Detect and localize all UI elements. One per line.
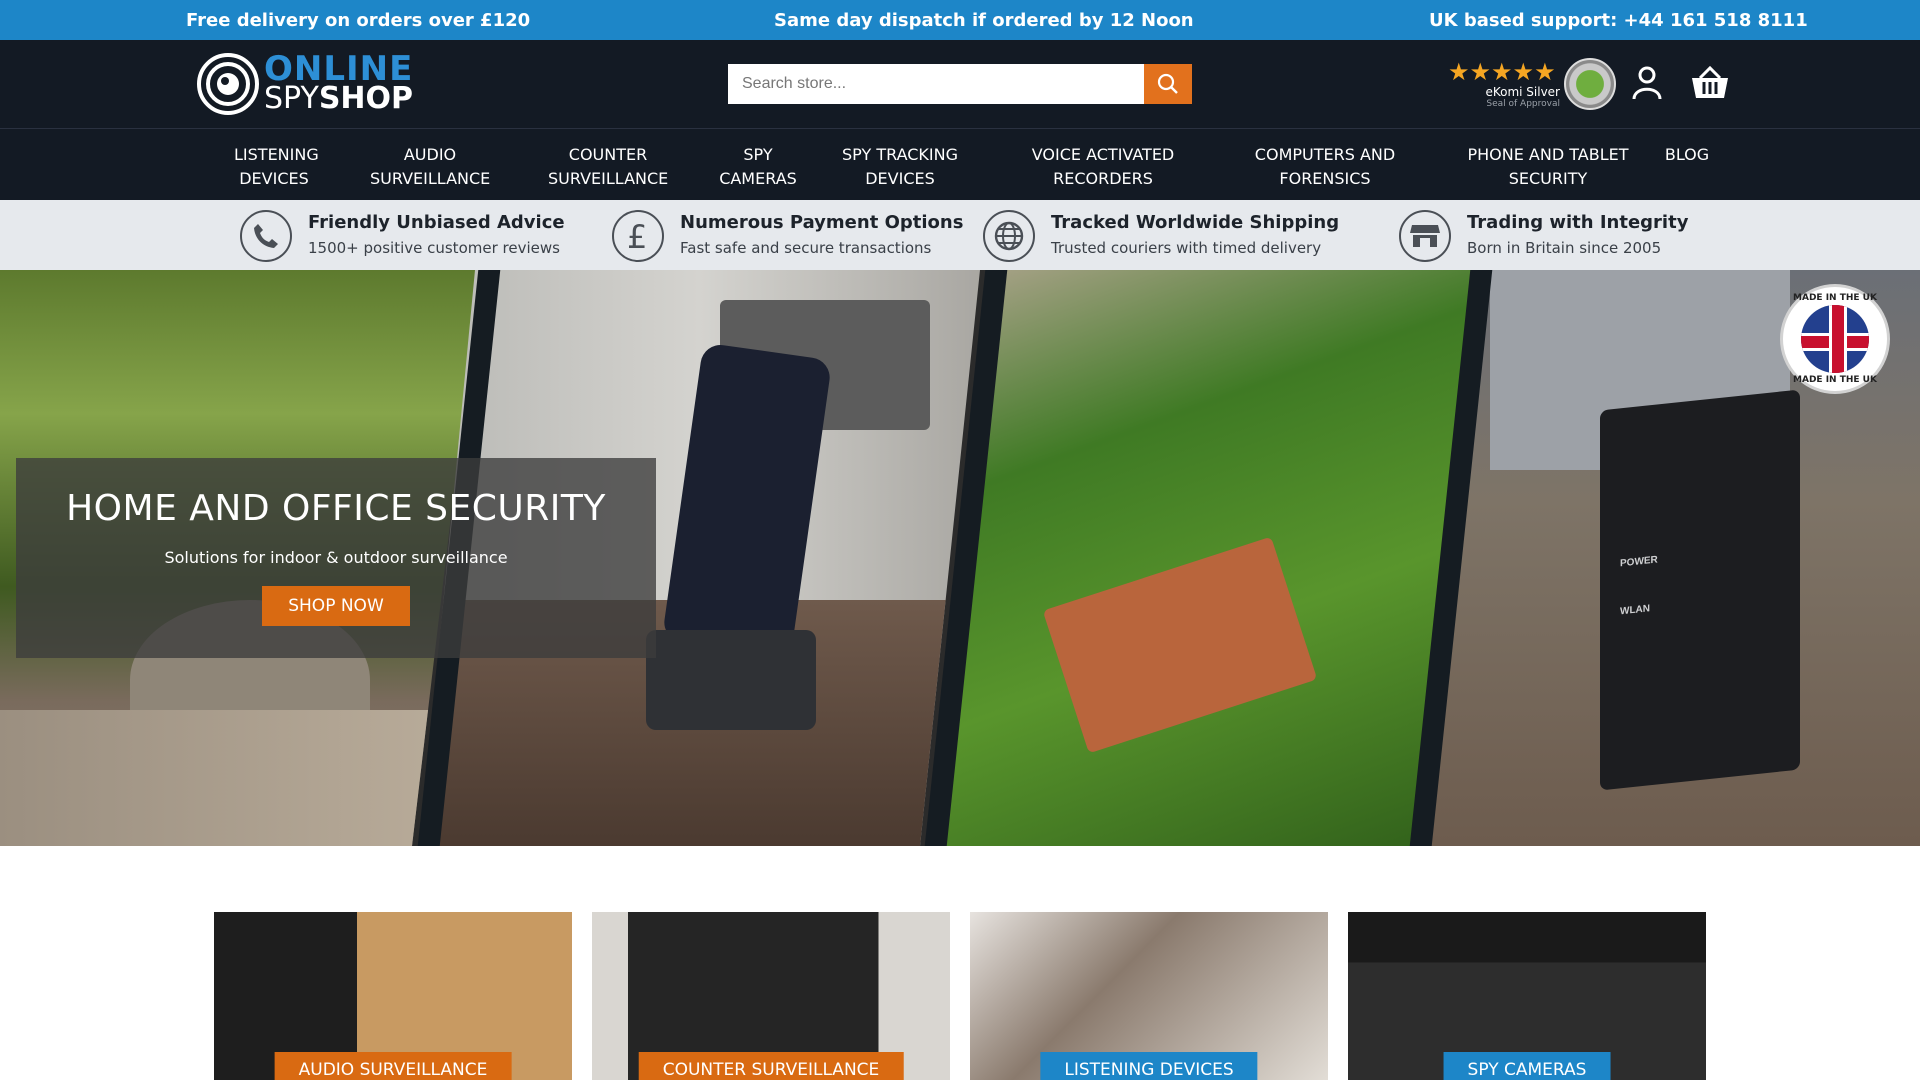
account-icon[interactable] <box>1632 66 1662 100</box>
nav-counter-surveillance[interactable]: COUNTER SURVEILLANCE <box>548 143 668 191</box>
hero-subtitle: Solutions for indoor & outdoor surveilla… <box>164 548 508 567</box>
usp-strip: Friendly Unbiased Advice 1500+ positive … <box>0 200 1920 270</box>
usp-payment-title: Numerous Payment Options <box>680 212 964 233</box>
svg-text:£: £ <box>627 219 647 253</box>
category-label[interactable]: COUNTER SURVEILLANCE <box>638 1052 904 1080</box>
usp-shipping-sub: Trusted couriers with timed delivery <box>1051 239 1322 257</box>
usp-advice-title: Friendly Unbiased Advice <box>308 212 565 233</box>
nav-spy-cameras[interactable]: SPY CAMERAS <box>714 143 802 191</box>
category-card-spy-cameras[interactable]: SPY CAMERAS <box>1348 912 1706 1080</box>
usp-integrity-title: Trading with Integrity <box>1467 212 1689 233</box>
hero-panel-grass <box>930 270 1490 846</box>
ekomi-rating[interactable]: ★★★★★ eKomi Silver Seal of Approval <box>1446 58 1622 112</box>
nav-voice-activated-recorders[interactable]: VOICE ACTIVATED RECORDERS <box>1028 143 1178 191</box>
nav-listening-devices[interactable]: LISTENING DEVICES <box>234 143 319 191</box>
logo-spy-text: SPY <box>264 81 319 116</box>
category-label[interactable]: SPY CAMERAS <box>1443 1052 1611 1080</box>
router-power-label: POWER <box>1620 554 1658 570</box>
shop-icon <box>1399 210 1451 262</box>
logo-wordmark: ONLINE SPYSHOP <box>264 49 414 114</box>
usp-advice-sub: 1500+ positive customer reviews <box>308 239 560 257</box>
nav-audio-surveillance[interactable]: AUDIO SURVEILLANCE <box>370 143 490 191</box>
logo-eye-icon <box>197 53 259 115</box>
nav-blog[interactable]: BLOG <box>1660 143 1714 167</box>
shop-now-button[interactable]: SHOP NOW <box>262 586 410 626</box>
usp-advice: Friendly Unbiased Advice 1500+ positive … <box>240 210 580 262</box>
logo-shop-text: SHOP <box>318 81 414 116</box>
category-card-counter-surveillance[interactable]: COUNTER SURVEILLANCE <box>592 912 950 1080</box>
router-wlan-label: WLAN <box>1620 603 1650 618</box>
usp-payment-sub: Fast safe and secure transactions <box>680 239 932 257</box>
category-label[interactable]: LISTENING DEVICES <box>1040 1052 1258 1080</box>
pound-icon: £ <box>612 210 664 262</box>
union-flag-icon <box>1801 305 1869 373</box>
hero-paving-image <box>0 710 440 846</box>
nav-spy-tracking-devices[interactable]: SPY TRACKING DEVICES <box>838 143 962 191</box>
main-navigation: LISTENING DEVICES AUDIO SURVEILLANCE COU… <box>0 128 1920 200</box>
logo-online-text: ONLINE <box>264 49 414 89</box>
search-button[interactable] <box>1144 64 1192 104</box>
badge-bottom-text: MADE IN THE UK <box>1793 375 1877 385</box>
search-bar <box>728 64 1192 104</box>
ekomi-title: eKomi Silver <box>1485 85 1560 99</box>
nav-computers-forensics[interactable]: COMPUTERS AND FORENSICS <box>1250 143 1400 191</box>
nav-phone-tablet-security[interactable]: PHONE AND TABLET SECURITY <box>1466 143 1630 191</box>
ekomi-seal-icon <box>1564 58 1616 110</box>
basket-icon[interactable] <box>1690 66 1730 100</box>
category-cards: AUDIO SURVEILLANCE COUNTER SURVEILLANCE … <box>0 912 1920 1080</box>
usp-integrity-sub: Born in Britain since 2005 <box>1467 239 1662 257</box>
usp-shipping-title: Tracked Worldwide Shipping <box>1051 212 1340 233</box>
rating-stars: ★★★★★ <box>1448 58 1556 86</box>
free-delivery-text: Free delivery on orders over £120 <box>186 10 531 31</box>
usp-shipping: Tracked Worldwide Shipping Trusted couri… <box>983 210 1343 262</box>
logo-spyshop-text: SPYSHOP <box>264 84 413 114</box>
top-promo-bar: Free delivery on orders over £120 Same d… <box>0 0 1920 40</box>
dispatch-text: Same day dispatch if ordered by 12 Noon <box>774 10 1194 31</box>
ekomi-subtitle: Seal of Approval <box>1486 99 1560 109</box>
category-card-listening-devices[interactable]: LISTENING DEVICES <box>970 912 1328 1080</box>
category-card-audio-surveillance[interactable]: AUDIO SURVEILLANCE <box>214 912 572 1080</box>
hero-brick-image <box>1042 536 1318 754</box>
site-header: ONLINE SPYSHOP ★★★★★ eKomi Silver Seal o… <box>0 40 1920 128</box>
made-in-uk-badge: MADE IN THE UK MADE IN THE UK <box>1780 284 1890 394</box>
category-label[interactable]: AUDIO SURVEILLANCE <box>274 1052 512 1080</box>
usp-integrity: Trading with Integrity Born in Britain s… <box>1399 210 1699 262</box>
globe-icon <box>983 210 1035 262</box>
hero-charging-stand-image <box>646 630 816 730</box>
hero-caption-box: HOME AND OFFICE SECURITY Solutions for i… <box>16 458 656 658</box>
badge-top-text: MADE IN THE UK <box>1793 293 1877 303</box>
usp-payment: £ Numerous Payment Options Fast safe and… <box>612 210 963 262</box>
hero-router-image: POWER WLAN <box>1600 389 1800 791</box>
hero-title: HOME AND OFFICE SECURITY <box>66 488 606 529</box>
phone-icon <box>240 210 292 262</box>
hero-banner[interactable]: POWER WLAN MADE IN THE UK MADE IN THE UK… <box>0 270 1920 846</box>
search-input[interactable] <box>728 64 1144 104</box>
search-icon <box>1157 73 1178 94</box>
site-logo[interactable]: ONLINE SPYSHOP <box>196 52 416 116</box>
support-phone-link[interactable]: UK based support: +44 161 518 8111 <box>1429 10 1808 31</box>
